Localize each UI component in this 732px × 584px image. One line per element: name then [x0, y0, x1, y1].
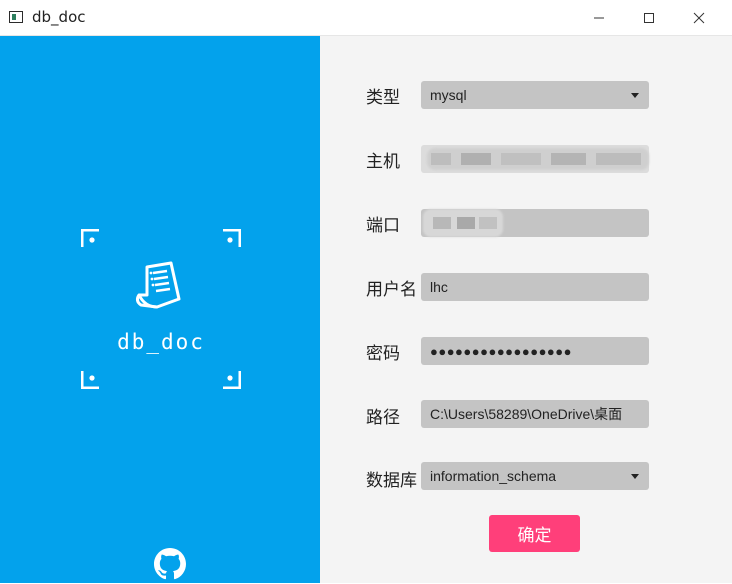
host-redacted-pixel [551, 153, 586, 165]
host-redacted-pixel [461, 153, 491, 165]
port-redacted-pixel [457, 217, 475, 229]
type-select-value: mysql [430, 87, 467, 103]
minimize-button[interactable] [576, 0, 622, 35]
host-redacted-pixel [501, 153, 541, 165]
database-select-value: information_schema [430, 468, 557, 484]
password-label: 密码 [366, 344, 400, 364]
path-label: 路径 [366, 408, 400, 428]
title-bar: db_doc [0, 0, 732, 36]
path-input[interactable]: C:\Users\58289\OneDrive\桌面 [421, 400, 649, 428]
host-redacted-pixel [431, 153, 451, 165]
app-icon [9, 11, 23, 23]
database-select[interactable]: information_schema [421, 462, 649, 490]
type-select[interactable]: mysql [421, 81, 649, 109]
type-label: 类型 [366, 88, 400, 108]
port-input[interactable] [421, 209, 649, 237]
port-label: 端口 [366, 216, 400, 236]
sidebar-panel: db_doc [0, 36, 320, 583]
maximize-button[interactable] [626, 0, 672, 35]
github-icon [154, 548, 186, 580]
form-panel [320, 36, 732, 583]
password-input[interactable]: ●●●●●●●●●●●●●●●●● [421, 337, 649, 365]
app-window: db_doc db_doc 类型 mysql 主机 端口 用户名 lhc 密码 … [0, 0, 732, 583]
maximize-icon [644, 12, 654, 23]
username-label: 用户名 [366, 280, 417, 300]
logo-frame-icon [80, 228, 242, 390]
host-redacted-pixel [596, 153, 641, 165]
minimize-icon [594, 17, 604, 18]
password-input-value: ●●●●●●●●●●●●●●●●● [430, 343, 572, 359]
close-icon [693, 12, 705, 23]
github-link[interactable] [154, 548, 186, 580]
window-title: db_doc [32, 8, 86, 26]
chevron-down-icon [631, 93, 639, 98]
port-redacted-pixel [433, 217, 451, 229]
path-input-value: C:\Users\58289\OneDrive\桌面 [430, 406, 623, 422]
confirm-button[interactable]: 确定 [489, 515, 580, 552]
logo: db_doc [80, 228, 242, 390]
logo-text: db_doc [117, 330, 205, 354]
username-input-value: lhc [430, 279, 448, 295]
host-label: 主机 [366, 152, 400, 172]
port-redacted-pixel [479, 217, 497, 229]
database-label: 数据库 [366, 471, 417, 491]
close-button[interactable] [676, 0, 722, 35]
host-input[interactable] [421, 145, 649, 173]
username-input[interactable]: lhc [421, 273, 649, 301]
chevron-down-icon [631, 474, 639, 479]
